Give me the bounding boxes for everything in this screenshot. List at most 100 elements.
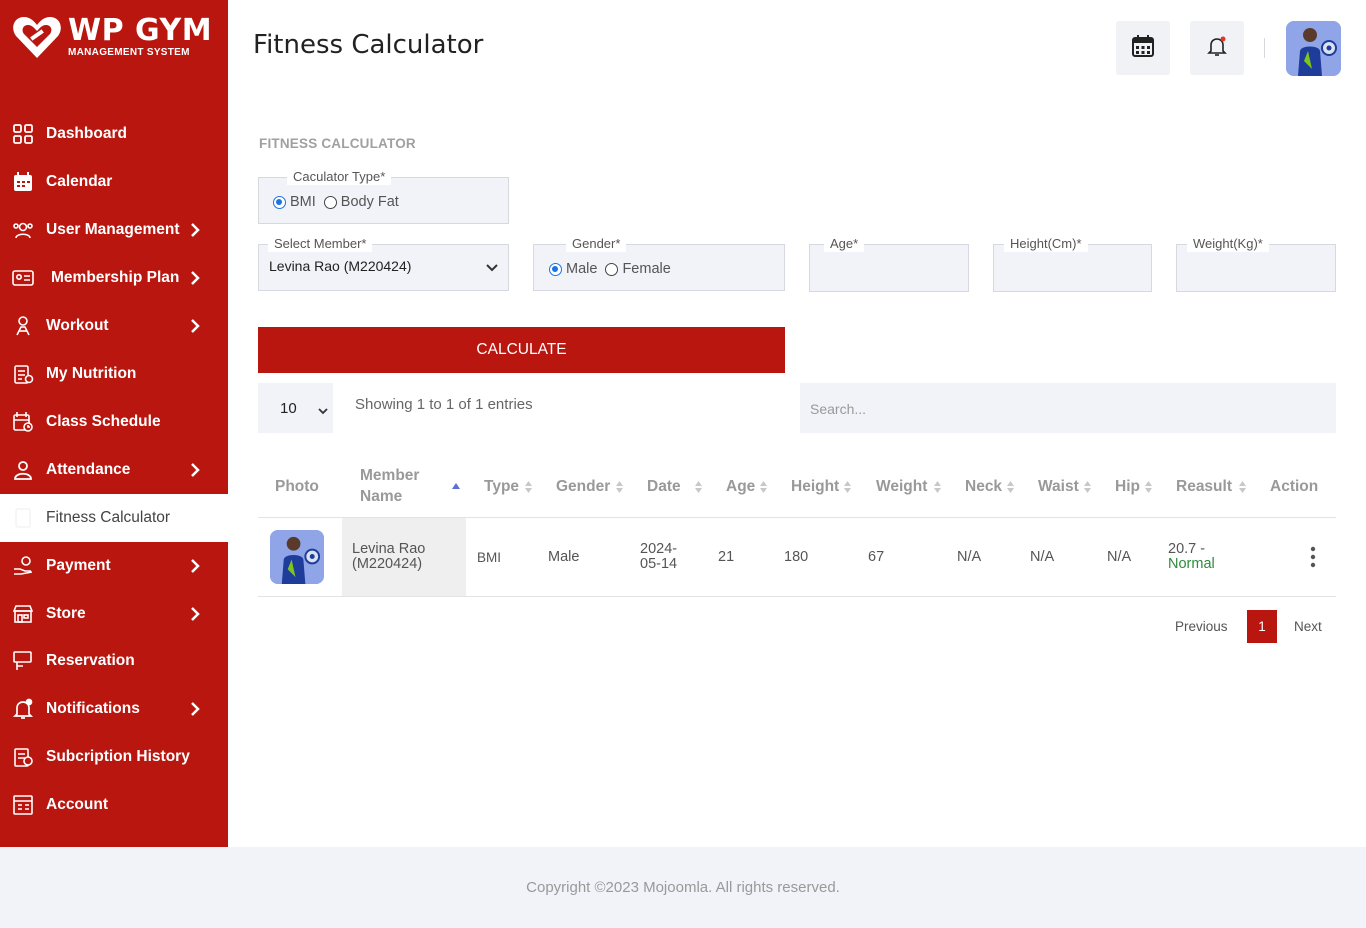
sort-icon [1145,480,1152,494]
column-gender[interactable]: Gender [556,476,610,497]
radio-checked-icon [273,195,286,209]
nutrition-clipboard-icon [12,363,34,385]
radio-label: Body Fat [340,194,399,210]
pagination-previous[interactable]: Previous [1175,619,1228,634]
sidebar-item-reservation[interactable]: Reservation [0,637,228,685]
age-input[interactable]: Age* [809,236,969,292]
radio-label: Female [622,261,671,277]
page-length-value: 10 [280,400,297,417]
kebab-menu-icon [1310,546,1316,568]
search-input[interactable] [800,383,1336,433]
column-neck[interactable]: Neck [965,476,1002,497]
dashboard-grid-icon [12,123,34,145]
more-actions-button[interactable] [1305,546,1321,568]
brand-subtitle: MANAGEMENT SYSTEM [68,47,190,58]
sidebar-item-label: Account [46,796,108,813]
column-age[interactable]: Age [726,476,755,497]
column-hip[interactable]: Hip [1115,476,1140,497]
calendar-button[interactable] [1116,21,1170,75]
sort-icon [695,480,702,494]
chevron-right-icon [188,604,202,624]
calculate-button[interactable]: CALCULATE [258,327,785,373]
select-member-dropdown[interactable]: Select Member* Levina Rao (M220424) [258,236,509,291]
brand-title: WP GYM [68,13,213,48]
sidebar-item-label: Dashboard [46,125,127,142]
workout-icon [12,315,34,337]
column-result[interactable]: Reasult [1176,476,1232,497]
sidebar-item-label: Payment [46,557,111,574]
sidebar-item-user-management[interactable]: User Management [0,206,228,254]
sidebar-item-store[interactable]: Store [0,590,228,637]
sidebar-item-calendar[interactable]: Calendar [0,158,228,206]
gender-field: Gender* Male Female [533,236,785,291]
sidebar-item-account[interactable]: Account [0,781,228,829]
weight-input[interactable]: Weight(Kg)* [1176,236,1336,292]
column-member-name[interactable]: Member Name [360,465,419,507]
sidebar-item-attendance[interactable]: Attendance [0,446,228,494]
column-height[interactable]: Height [791,476,839,497]
sort-icon [1007,480,1014,494]
user-avatar[interactable] [1286,21,1341,76]
field-label: Age* [824,236,865,252]
sidebar-item-workout[interactable]: Workout [0,302,228,350]
result-value: 20.7 - [1168,541,1206,557]
sidebar-item-label: User Management [46,221,180,238]
chevron-right-icon [188,268,202,288]
id-card-icon [12,267,34,289]
member-photo [270,530,324,584]
radio-bmi[interactable]: BMI [273,194,316,210]
pagination-page-1[interactable]: 1 [1247,610,1277,643]
calculator-icon [12,507,34,529]
chevron-right-icon [188,460,202,480]
column-photo: Photo [275,478,319,495]
notifications-button[interactable] [1190,21,1244,75]
sidebar-item-dashboard[interactable]: Dashboard [0,110,228,158]
column-waist[interactable]: Waist [1038,476,1079,497]
sidebar-item-label: Calendar [46,173,113,190]
height-input[interactable]: Height(Cm)* [993,236,1152,292]
date-cell: 2024- 05-14 [640,542,677,572]
class-schedule-icon [12,411,34,433]
sidebar-item-label: Reservation [46,652,135,669]
column-type[interactable]: Type [484,476,519,497]
bell-icon [12,698,34,720]
radio-body-fat[interactable]: Body Fat [323,194,399,210]
sidebar-item-label: Class Schedule [46,413,161,430]
member-name: Levina Rao [352,541,426,557]
sidebar-item-notifications[interactable]: Notifications [0,685,228,733]
brand-logo[interactable]: WP GYM MANAGEMENT SYSTEM [12,12,222,62]
sidebar-item-class-schedule[interactable]: Class Schedule [0,398,228,446]
sort-icon [525,480,532,494]
sort-icon [1084,480,1091,494]
radio-checked-icon [549,262,562,276]
sort-icon [844,480,851,494]
column-label: Member [360,467,420,484]
section-label: FITNESS CALCULATOR [259,136,416,151]
attendance-user-icon [12,459,34,481]
sort-icon [934,480,941,494]
radio-unchecked-icon [605,262,619,276]
select-member-value: Levina Rao (M220424) [269,258,412,274]
sidebar-item-label: Membership Plan [51,269,180,286]
sidebar-item-fitness-calculator[interactable]: Fitness Calculator [0,494,228,542]
neck-cell: N/A [957,549,982,565]
column-weight[interactable]: Weight [876,476,927,497]
account-icon [12,794,34,816]
sidebar-item-label: Store [46,604,86,622]
sidebar-item-my-nutrition[interactable]: My Nutrition [0,350,228,398]
radio-male[interactable]: Male [549,261,597,277]
chevron-right-icon [188,699,202,719]
age-cell: 21 [718,549,735,565]
sidebar-item-membership-plan[interactable]: Membership Plan [0,254,228,302]
member-name-cell[interactable]: Levina Rao (M220424) [352,542,425,572]
sidebar-item-payment[interactable]: Payment [0,542,228,590]
pagination-next[interactable]: Next [1294,619,1322,634]
radio-female[interactable]: Female [605,261,671,277]
page-length-select[interactable]: 10 [258,383,333,433]
column-date[interactable]: Date [647,476,681,497]
chevron-right-icon [188,316,202,336]
field-label: Select Member* [268,236,373,252]
sidebar-item-subscription-history[interactable]: Subcription History [0,733,228,781]
type-cell: BMI [477,550,502,565]
field-label: Weight(Kg)* [1187,236,1269,252]
